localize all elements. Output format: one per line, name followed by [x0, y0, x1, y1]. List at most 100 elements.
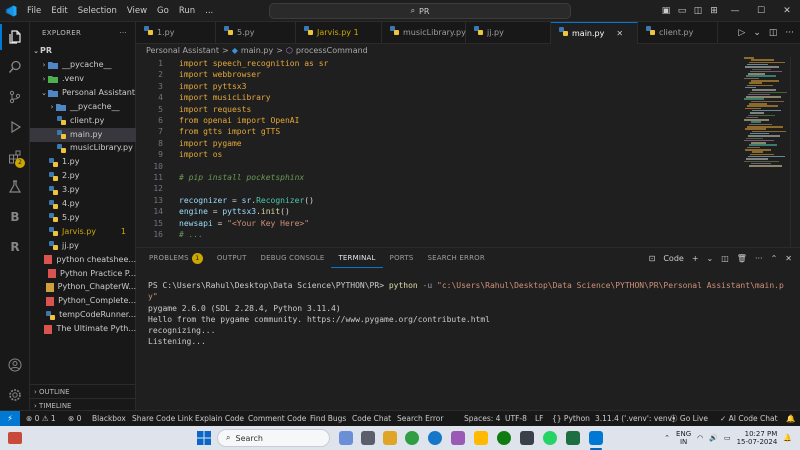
share-code-link[interactable]: Share Code Link — [132, 411, 193, 427]
settings-gear-icon[interactable] — [0, 382, 30, 408]
volume-icon[interactable]: 🔊 — [709, 434, 718, 442]
run-file-icon[interactable]: ▷ — [738, 28, 745, 38]
split-editor-icon[interactable]: ◫ — [769, 28, 778, 38]
menu-run[interactable]: Run — [174, 0, 200, 22]
file-tree-item[interactable]: 3.py — [30, 183, 136, 197]
language-mode-status[interactable]: {} Python — [552, 411, 590, 427]
notifications-bell-icon[interactable]: 🔔 — [786, 411, 795, 427]
panel-tab[interactable]: PROBLEMS 1 — [142, 248, 210, 268]
toggle-panel-icon[interactable]: ▭ — [674, 6, 690, 16]
editor-scrollbar[interactable] — [790, 57, 800, 247]
workspace-root[interactable]: ⌄ PR — [30, 44, 136, 58]
indentation-status[interactable]: Spaces: 4 — [464, 411, 500, 427]
encoding-status[interactable]: UTF-8 — [505, 411, 527, 427]
panel-tab[interactable]: OUTPUT — [210, 248, 254, 268]
editor-tab[interactable]: main.py ✕ — [551, 22, 638, 44]
store-icon[interactable] — [520, 431, 534, 445]
go-live-button[interactable]: ⦿ Go Live — [670, 411, 708, 427]
toggle-sidebar-icon[interactable]: ▣ — [658, 6, 674, 16]
menu-file[interactable]: File — [22, 0, 46, 22]
file-tree-item[interactable]: Python Practice P... — [30, 267, 136, 281]
menu-more[interactable]: ... — [200, 0, 218, 22]
editor-tab[interactable]: 5.py — [216, 22, 296, 44]
xbox-icon[interactable] — [497, 431, 511, 445]
panel-tab[interactable]: DEBUG CONSOLE — [254, 248, 332, 268]
eol-status[interactable]: LF — [535, 411, 544, 427]
more-actions-icon[interactable]: ··· — [785, 28, 794, 38]
search-sidebar-icon[interactable] — [0, 54, 30, 80]
editor-tab[interactable]: 1.py — [136, 22, 216, 44]
file-tree-item[interactable]: tempCodeRunner... — [30, 308, 136, 322]
source-control-icon[interactable] — [0, 84, 30, 110]
account-icon[interactable] — [0, 352, 30, 378]
explorer-icon[interactable] — [0, 24, 30, 50]
toggle-secondary-sidebar-icon[interactable]: ◫ — [690, 6, 706, 16]
run-debug-icon[interactable] — [0, 114, 30, 140]
terminal-kind-label[interactable]: Code — [663, 254, 683, 263]
code-editor[interactable]: 1 2 3 4 5 6 7 8 9 10 11 12 13 14 15 16 import speech_rec… — [136, 57, 800, 247]
file-tree-item[interactable]: Python_Complete... — [30, 294, 136, 308]
file-tree-item[interactable]: client.py — [30, 114, 136, 128]
chrome-icon[interactable] — [405, 431, 419, 445]
close-window-button[interactable]: ✕ — [774, 6, 800, 16]
language-indicator[interactable]: ENG IN — [676, 430, 691, 446]
search-error[interactable]: Search Error — [397, 411, 443, 427]
close-panel-icon[interactable]: ✕ — [785, 254, 792, 263]
more-actions-icon[interactable]: ··· — [119, 22, 127, 44]
taskbar-search[interactable]: ⌕ Search — [217, 429, 330, 447]
clock[interactable]: 10:27 PM 15-07-2024 — [737, 430, 778, 446]
panel-tab[interactable]: SEARCH ERROR — [420, 248, 491, 268]
file-tree-item[interactable]: › __pycache__ — [30, 58, 136, 72]
copilot-icon[interactable] — [339, 431, 353, 445]
more-actions-icon[interactable]: ··· — [755, 254, 763, 263]
r-language-icon[interactable]: R — [0, 234, 30, 260]
breadcrumb-folder[interactable]: Personal Assistant — [146, 44, 219, 57]
trash-icon[interactable]: 🗑 — [737, 254, 747, 263]
menu-view[interactable]: View — [122, 0, 152, 22]
chevron-down-icon[interactable]: ⌄ — [753, 28, 761, 38]
edge-icon[interactable] — [428, 431, 442, 445]
photos-icon[interactable] — [451, 431, 465, 445]
maximize-button[interactable]: ☐ — [748, 6, 774, 16]
wifi-icon[interactable]: ◠ — [697, 434, 703, 442]
file-tree-item[interactable]: › __pycache__ — [30, 100, 136, 114]
chevron-down-icon[interactable]: ⌄ — [707, 254, 714, 263]
file-tree-item[interactable]: › .venv — [30, 72, 136, 86]
testing-flask-icon[interactable] — [0, 174, 30, 200]
breadcrumb-file[interactable]: main.py — [241, 44, 273, 57]
editor-tab[interactable]: client.py — [638, 22, 718, 44]
blackbox-status[interactable]: Blackbox — [92, 411, 126, 427]
folder-icon[interactable] — [474, 431, 488, 445]
file-explorer-icon[interactable] — [383, 431, 397, 445]
file-tree-item[interactable]: Jarvis.py 1 — [30, 225, 136, 239]
file-tree-item[interactable]: ⌄ Personal Assistant — [30, 86, 136, 100]
file-tree-item[interactable]: 5.py — [30, 211, 136, 225]
new-terminal-icon[interactable]: + — [692, 254, 699, 263]
editor-tab[interactable]: jj.py — [466, 22, 551, 44]
find-bugs[interactable]: Find Bugs — [310, 411, 346, 427]
layout-icon[interactable]: ⊞ — [706, 6, 722, 16]
file-tree-item[interactable]: The Ultimate Pyth... — [30, 322, 136, 336]
code-chat[interactable]: Code Chat — [352, 411, 391, 427]
extensions-icon[interactable]: 2 — [0, 144, 30, 170]
task-view-icon[interactable] — [361, 431, 375, 445]
outline-section[interactable]: › OUTLINE — [30, 384, 136, 398]
close-tab-icon[interactable]: ✕ — [616, 23, 623, 45]
breadcrumb-symbol[interactable]: processCommand — [296, 44, 368, 57]
excel-icon[interactable] — [566, 431, 580, 445]
ai-code-chat-button[interactable]: ✓ AI Code Chat — [720, 411, 778, 427]
problems-status[interactable]: ⊗ 0 ⚠ 1 — [26, 411, 56, 427]
battery-icon[interactable]: ▭ — [724, 434, 731, 442]
file-tree-item[interactable]: python cheatshee... — [30, 253, 136, 267]
menu-go[interactable]: Go — [152, 0, 174, 22]
file-tree-item[interactable]: musicLibrary.py — [30, 141, 136, 155]
windows-start-icon[interactable] — [197, 431, 211, 445]
vscode-taskbar-icon[interactable] — [589, 431, 603, 445]
weather-widget-icon[interactable] — [8, 432, 22, 444]
whatsapp-icon[interactable] — [543, 431, 557, 445]
interpreter-status[interactable]: 3.11.4 ('.venv': venv) — [595, 411, 675, 427]
menu-selection[interactable]: Selection — [73, 0, 122, 22]
chevron-up-icon[interactable]: ⌃ — [664, 434, 670, 442]
comment-code[interactable]: Comment Code — [248, 411, 306, 427]
editor-tab[interactable]: Jarvis.py 1 — [296, 22, 382, 44]
